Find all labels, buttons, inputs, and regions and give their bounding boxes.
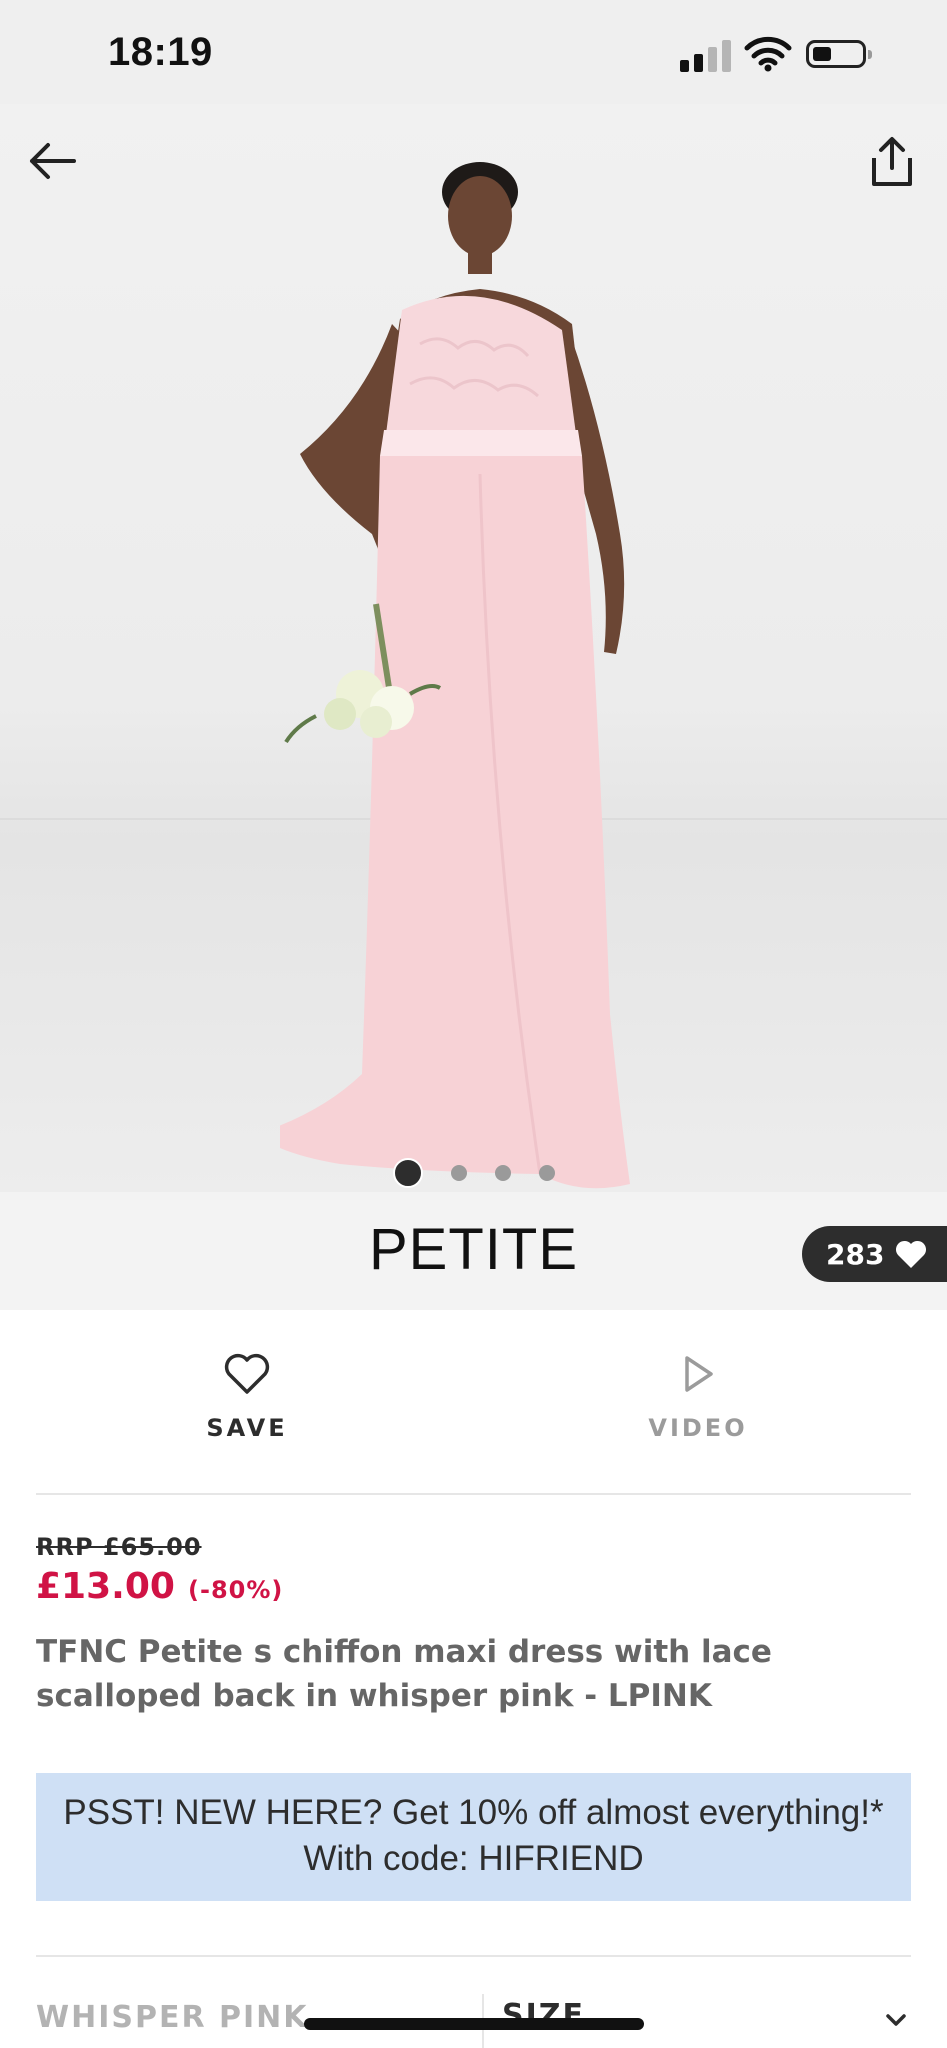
gallery-dot[interactable] bbox=[392, 1158, 423, 1188]
back-arrow-icon[interactable] bbox=[24, 134, 84, 188]
product-photo-model bbox=[280, 162, 630, 1189]
discount-percent: (-80%) bbox=[188, 1576, 284, 1604]
divider bbox=[36, 1493, 911, 1495]
signal-icon bbox=[680, 38, 732, 72]
battery-icon bbox=[806, 40, 872, 68]
variant-selectors: WHISPER PINK SIZE bbox=[0, 1958, 947, 2048]
promo-line-1: PSST! NEW HERE? Get 10% off almost every… bbox=[63, 1793, 884, 1832]
divider bbox=[36, 1955, 911, 1957]
chevron-down-icon[interactable] bbox=[884, 2012, 908, 2028]
heart-icon bbox=[895, 1240, 927, 1268]
product-image-gallery[interactable] bbox=[0, 104, 947, 1192]
gallery-dot[interactable] bbox=[494, 1165, 511, 1181]
current-price: £13.00 bbox=[36, 1566, 175, 1607]
save-button[interactable]: SAVE bbox=[147, 1352, 347, 1442]
status-bar: 18:19 bbox=[0, 0, 947, 104]
gallery-pagination[interactable] bbox=[0, 1158, 947, 1188]
price-line: £13.00 (-80%) bbox=[36, 1566, 283, 1607]
gallery-dot[interactable] bbox=[538, 1165, 555, 1181]
share-icon[interactable] bbox=[864, 134, 920, 190]
saves-count: 283 bbox=[826, 1238, 885, 1271]
wifi-icon bbox=[744, 36, 792, 72]
colour-value: WHISPER PINK bbox=[36, 2000, 309, 2035]
play-icon bbox=[685, 1356, 713, 1392]
video-label: VIDEO bbox=[648, 1414, 748, 1442]
heart-outline-icon bbox=[224, 1353, 270, 1394]
gallery-dot[interactable] bbox=[450, 1165, 467, 1181]
range-banner: PETITE 283 bbox=[0, 1192, 947, 1310]
saves-count-badge: 283 bbox=[802, 1226, 947, 1282]
status-time: 18:19 bbox=[108, 30, 213, 74]
promo-line-2: With code: HIFRIEND bbox=[303, 1839, 644, 1878]
product-title: TFNC Petite s chiffon maxi dress with la… bbox=[36, 1634, 772, 1714]
rrp-price: RRP £65.00 bbox=[36, 1533, 202, 1561]
promo-banner[interactable]: PSST! NEW HERE? Get 10% off almost every… bbox=[36, 1773, 911, 1901]
video-button[interactable]: VIDEO bbox=[598, 1352, 798, 1442]
save-label: SAVE bbox=[206, 1414, 288, 1442]
home-indicator bbox=[304, 2018, 644, 2030]
